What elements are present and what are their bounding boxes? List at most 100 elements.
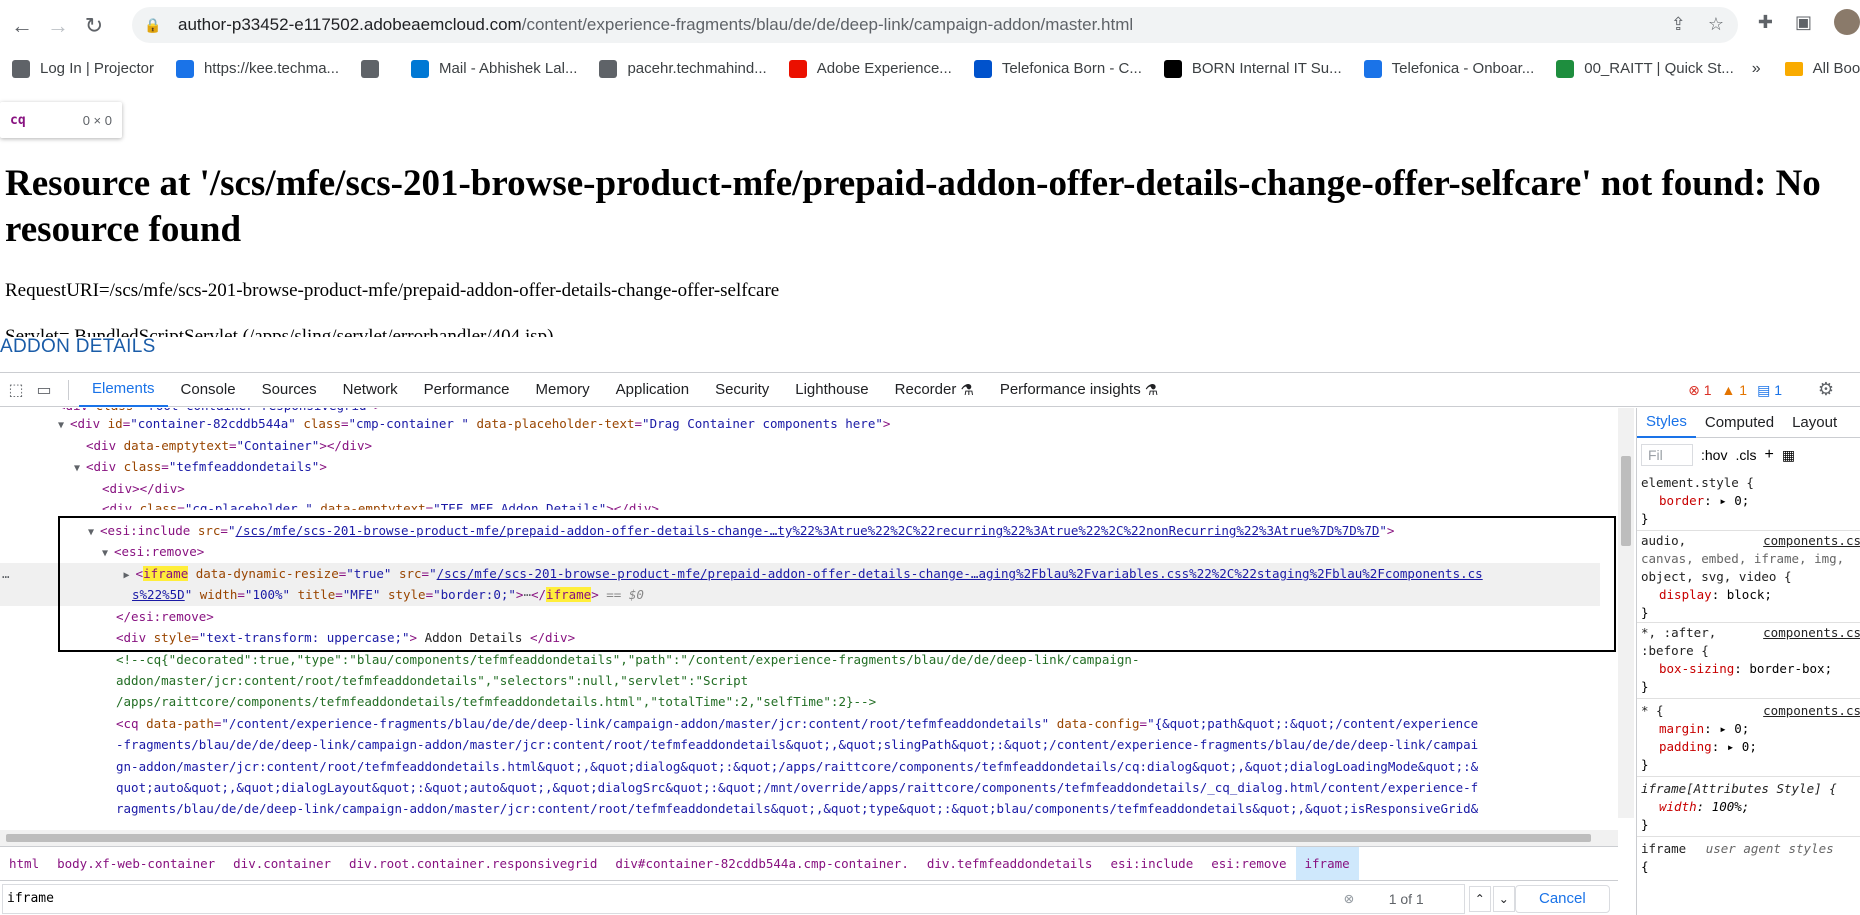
rule-source-link[interactable]: components.cs	[1763, 702, 1860, 720]
dom-node-esi-include[interactable]: ▼ <esi:include src="/scs/mfe/scs-201-brow…	[0, 520, 1600, 542]
tab-recorder[interactable]: Recorder ⚗	[882, 373, 987, 407]
dom-node-cq-5[interactable]: ragments/blau/de/de/deep-link/campaign-a…	[0, 798, 1600, 818]
dom-node-comment-2[interactable]: addon/master/jcr:content/root/tefmfeaddo…	[0, 670, 1600, 692]
tab-performance-insights[interactable]: Performance insights ⚗	[987, 373, 1171, 407]
bookmark-item[interactable]: 00_RAITT | Quick St...	[1556, 59, 1734, 78]
tab-network[interactable]: Network	[330, 373, 411, 407]
dom-node-cq-4[interactable]: quot;auto&quot;,&quot;dialogLayout&quot;…	[0, 777, 1600, 799]
dom-node-empty-div[interactable]: <div></div>	[0, 478, 1600, 500]
tab-security[interactable]: Security	[702, 373, 782, 407]
breadcrumb-item[interactable]: iframe	[1295, 847, 1359, 880]
rule-declaration[interactable]: box-sizing: border-box;	[1641, 660, 1860, 678]
star-icon[interactable]: ☆	[1708, 14, 1724, 35]
breadcrumb-item[interactable]: body.xf-web-container	[48, 847, 224, 880]
breadcrumb-item[interactable]: esi:include	[1101, 847, 1202, 880]
breadcrumb-item[interactable]: esi:remove	[1202, 847, 1295, 880]
bookmark-item[interactable]: BORN Internal IT Su...	[1163, 59, 1342, 78]
gear-icon[interactable]: ⚙	[1818, 379, 1834, 400]
rule-source-link[interactable]: components.cs	[1763, 624, 1860, 642]
tab-sources[interactable]: Sources	[249, 373, 330, 407]
side-panel-icon[interactable]: ▣	[1795, 12, 1812, 33]
issue-badges[interactable]: ⊗ 1 ▲ 1 ▤ 1	[1688, 373, 1782, 407]
elements-vertical-scrollbar[interactable]	[1618, 408, 1634, 818]
rule-audio-block[interactable]: audio, components.cs canvas, embed, ifra…	[1637, 532, 1860, 622]
dom-node-esi-remove[interactable]: ▼ <esi:remove>	[0, 541, 1600, 563]
bookmarks-overflow-icon[interactable]: »	[1752, 60, 1761, 78]
dom-node-comment-3[interactable]: /apps/raittcore/components/tefmfeaddonde…	[0, 691, 1600, 713]
extensions-icon[interactable]: ✚	[1758, 12, 1773, 33]
omnibox[interactable]: 🔒 author-p33452-e117502.adobeaemcloud.co…	[132, 7, 1738, 43]
new-rule-icon[interactable]: +	[1764, 446, 1773, 464]
bookmark-item[interactable]: Telefonica Born - C...	[973, 59, 1142, 78]
device-toolbar-icon[interactable]: ▭	[30, 376, 58, 404]
styles-tab-computed[interactable]: Computed	[1696, 408, 1783, 438]
elements-tree[interactable]: <div class="root container responsivegri…	[0, 408, 1618, 818]
search-prev-icon[interactable]: ⌃	[1468, 885, 1491, 912]
computed-styles-icon[interactable]: ▦	[1782, 447, 1795, 464]
breadcrumb-item[interactable]: div#container-82cddb544a.cmp-container.	[606, 847, 918, 880]
inspect-element-icon[interactable]: ⬚	[2, 376, 30, 404]
search-input[interactable]: iframe ⊗ 1 of 1	[2, 883, 1465, 914]
tab-performance[interactable]: Performance	[411, 373, 523, 407]
dom-node-esi-remove-close[interactable]: </esi:remove>	[0, 606, 1600, 628]
dom-node-tefmfeaddondetails[interactable]: ▼ <div class="tefmfeaddondetails">	[0, 456, 1600, 478]
bookmark-item[interactable]: Adobe Experience...	[788, 59, 952, 78]
rule-source-link[interactable]: components.cs	[1763, 532, 1860, 550]
rule-iframe-attr[interactable]: iframe[Attributes Style] { width: 100%; …	[1637, 780, 1860, 834]
elements-horizontal-scrollbar[interactable]	[0, 830, 1618, 846]
rule-declaration[interactable]: display: block;	[1641, 586, 1860, 604]
back-icon[interactable]: ←	[4, 8, 40, 44]
rule-declaration[interactable]: width: 100%;	[1641, 798, 1860, 816]
breadcrumb-item[interactable]: div.container	[224, 847, 340, 880]
clear-search-icon[interactable]: ⊗	[1344, 889, 1354, 908]
hov-toggle[interactable]: :hov	[1701, 447, 1727, 463]
styles-filter-input[interactable]: Fil	[1641, 444, 1693, 466]
tab-application[interactable]: Application	[603, 373, 702, 407]
cls-toggle[interactable]: .cls	[1735, 447, 1756, 463]
rule-user-agent[interactable]: iframe user agent styles {	[1637, 840, 1860, 876]
dom-node-cq-2[interactable]: -fragments/blau/de/de/deep-link/campaign…	[0, 734, 1600, 756]
styles-tab-layout[interactable]: Layout	[1783, 408, 1846, 438]
tab-elements[interactable]: Elements	[79, 373, 168, 407]
dom-node-container-div[interactable]: ▼ <div id="container-82cddb544a" class="c…	[0, 413, 1600, 435]
rule-declaration[interactable]: padding: ▸ 0;	[1641, 738, 1860, 756]
bookmark-item[interactable]: Mail - Abhishek Lal...	[411, 59, 577, 78]
rule-box-sizing[interactable]: *, :after, components.cs :before { box-s…	[1637, 624, 1860, 696]
rule-declaration[interactable]: border: ▸ 0;	[1641, 492, 1860, 510]
error-badge[interactable]: ⊗ 1	[1688, 382, 1711, 399]
bookmark-item[interactable]: Telefonica - Onboar...	[1363, 59, 1534, 78]
search-next-icon[interactable]: ⌄	[1492, 885, 1515, 912]
breadcrumb-item[interactable]: html	[0, 847, 48, 880]
tab-memory[interactable]: Memory	[523, 373, 603, 407]
dom-node-addon-div[interactable]: <div style="text-transform: uppercase;">…	[0, 627, 1600, 649]
vertical-scroll-thumb[interactable]	[1621, 456, 1631, 546]
all-bookmarks-folder[interactable]: All Bookm	[1784, 60, 1860, 77]
url-text[interactable]: author-p33452-e117502.adobeaemcloud.com/…	[178, 15, 1133, 35]
dom-node-cq-3[interactable]: gn-addon/master/jcr:content/root/tefmfea…	[0, 756, 1600, 778]
bookmark-item[interactable]: https://kee.techma...	[175, 59, 339, 78]
info-badge[interactable]: ▤ 1	[1757, 382, 1782, 399]
reload-icon[interactable]: ↻	[76, 8, 112, 44]
dom-node-comment-1[interactable]: <!--cq{"decorated":true,"type":"blau/com…	[0, 649, 1600, 671]
dom-node-emptytext-div[interactable]: <div data-emptytext="Container"></div>	[0, 435, 1600, 457]
forward-icon[interactable]: →	[40, 8, 76, 44]
dom-node-cq-placeholder[interactable]: <div class="cq-placeholder " data-emptyt…	[0, 498, 1600, 510]
avatar[interactable]	[1834, 9, 1860, 35]
breadcrumb-item[interactable]: div.root.container.responsivegrid	[340, 847, 606, 880]
rule-element-style[interactable]: element.style { border: ▸ 0; }	[1637, 474, 1860, 528]
dom-node-iframe[interactable]: … ▶ <iframe data-dynamic-resize="true" src…	[0, 563, 1600, 585]
share-icon[interactable]: ⇪	[1671, 14, 1686, 35]
warning-badge[interactable]: ▲ 1	[1722, 382, 1748, 398]
tab-console[interactable]: Console	[168, 373, 249, 407]
lock-icon[interactable]: 🔒	[144, 17, 164, 34]
rule-declaration[interactable]: margin: ▸ 0;	[1641, 720, 1860, 738]
bookmark-item[interactable]: pacehr.techmahind...	[599, 59, 767, 78]
dom-node-iframe-cont[interactable]: s%22%5D" width="100%" title="MFE" style=…	[0, 584, 1600, 606]
styles-tab-styles[interactable]: Styles	[1637, 408, 1696, 438]
rule-universal[interactable]: * { components.cs margin: ▸ 0; padding: …	[1637, 702, 1860, 774]
cancel-search-button[interactable]: Cancel	[1514, 884, 1610, 913]
horizontal-scroll-thumb[interactable]	[6, 834, 1591, 842]
breadcrumb-item[interactable]: div.tefmfeaddondetails	[918, 847, 1102, 880]
tab-lighthouse[interactable]: Lighthouse	[782, 373, 881, 407]
dom-node-cq-1[interactable]: <cq data-path="/content/experience-fragm…	[0, 713, 1600, 735]
